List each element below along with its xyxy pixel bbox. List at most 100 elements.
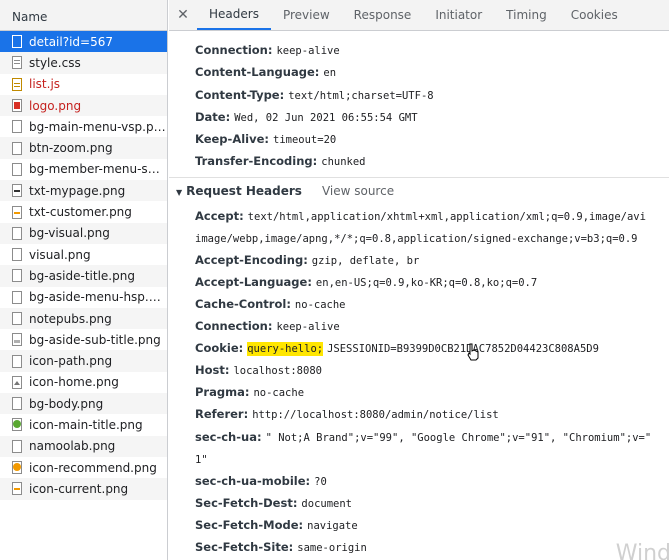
request-header-row: Sec-Fetch-Site: same-origin <box>195 540 367 554</box>
header-key: Accept-Encoding: <box>195 253 308 267</box>
request-row[interactable]: list.js <box>0 74 167 95</box>
cookie-highlighted-value: query-hello; <box>247 342 324 356</box>
request-header-row: Accept-Language: en,en-US;q=0.9,ko-KR;q=0… <box>195 275 537 289</box>
response-header-row: Connection: keep-alive <box>195 43 340 57</box>
request-header-row: sec-ch-ua-mobile: ?0 <box>195 474 327 488</box>
header-value: timeout=20 <box>273 134 337 146</box>
request-name: visual.png <box>29 247 91 262</box>
close-icon[interactable]: ✕ <box>169 0 197 30</box>
js-file-icon <box>12 77 22 91</box>
header-value: keep-alive <box>276 45 340 57</box>
image-icon <box>12 290 22 304</box>
request-row[interactable]: icon-main-title.png <box>0 414 167 435</box>
header-value: ?0 <box>314 476 327 488</box>
header-value: no-cache <box>253 387 305 399</box>
request-header-row: Host: localhost:8080 <box>195 363 322 377</box>
css-file-icon <box>12 56 22 70</box>
header-value-continued: image/webp,image/apng,*/*;q=0.8,applicat… <box>195 233 638 245</box>
request-row[interactable]: notepubs.png <box>0 307 167 330</box>
request-row[interactable]: detail?id=567 <box>0 31 167 53</box>
tab-response[interactable]: Response <box>342 0 424 30</box>
request-row[interactable]: bg-aside-menu-hsp.png <box>0 287 167 308</box>
image-icon <box>12 461 22 475</box>
header-key: Accept: <box>195 209 244 223</box>
request-row[interactable]: bg-visual.png <box>0 222 167 244</box>
request-headers-section-toggle[interactable]: ▼ Request Headers View source <box>176 184 394 198</box>
image-icon <box>12 333 22 347</box>
request-row[interactable]: txt-customer.png <box>0 201 167 222</box>
response-header-row: Content-Type: text/html;charset=UTF-8 <box>195 88 434 102</box>
request-header-row-continued: image/webp,image/apng,*/*;q=0.8,applicat… <box>195 231 638 245</box>
request-name: bg-aside-menu-hsp.png <box>29 290 167 305</box>
request-row[interactable]: bg-aside-title.png <box>0 265 167 287</box>
request-header-row: Accept-Encoding: gzip, deflate, br <box>195 253 419 267</box>
triangle-down-icon: ▼ <box>176 188 183 197</box>
request-name: icon-recommend.png <box>29 460 157 475</box>
request-header-row-cookie: Cookie: query-hello; JSESSIONID=B9399D0CB2… <box>195 341 599 356</box>
header-value: text/html,application/xhtml+xml,applicat… <box>247 211 646 223</box>
tab-preview[interactable]: Preview <box>271 0 342 30</box>
request-row[interactable]: bg-main-menu-vsp.png <box>0 116 167 137</box>
image-icon <box>12 162 22 176</box>
header-value: gzip, deflate, br <box>311 255 420 267</box>
request-row[interactable]: txt-mypage.png <box>0 180 167 202</box>
image-icon <box>12 418 22 432</box>
request-name: bg-aside-sub-title.png <box>29 332 161 347</box>
response-header-row: Transfer-Encoding: chunked <box>195 154 366 168</box>
request-row[interactable]: icon-path.png <box>0 350 167 372</box>
header-value: same-origin <box>297 542 367 554</box>
header-value: no-cache <box>294 299 346 311</box>
view-source-link[interactable]: View source <box>322 184 394 198</box>
details-tab-bar: ✕ Headers Preview Response Initiator Tim… <box>169 0 669 31</box>
home-image-icon <box>12 375 22 389</box>
request-row[interactable]: style.css <box>0 52 167 74</box>
request-name: bg-member-menu-sp.... <box>29 162 167 177</box>
image-icon <box>12 248 22 262</box>
request-header-row: Accept: text/html,application/xhtml+xml,a… <box>195 209 646 223</box>
request-row[interactable]: bg-body.png <box>0 393 167 415</box>
request-name: style.css <box>29 55 81 70</box>
request-row[interactable]: icon-current.png <box>0 478 167 500</box>
request-name: btn-zoom.png <box>29 141 113 156</box>
request-header-row: Connection: keep-alive <box>195 319 340 333</box>
request-list: detail?id=567 style.css list.js logo.png… <box>0 31 167 500</box>
request-name: namoolab.png <box>29 439 116 454</box>
name-column-header[interactable]: Name <box>0 0 167 31</box>
header-value: document <box>301 498 352 510</box>
image-icon <box>12 99 22 113</box>
header-key: Sec-Fetch-Mode: <box>195 518 304 532</box>
image-icon <box>12 120 22 134</box>
request-row[interactable]: bg-member-menu-sp.... <box>0 159 167 180</box>
header-key: Sec-Fetch-Dest: <box>195 496 298 510</box>
header-value: en <box>323 67 337 79</box>
image-icon <box>12 312 22 325</box>
tab-headers[interactable]: Headers <box>197 0 271 30</box>
request-header-row: Cache-Control: no-cache <box>195 297 346 311</box>
request-row[interactable]: icon-home.png <box>0 372 167 393</box>
image-icon <box>12 141 22 155</box>
header-key: sec-ch-ua-mobile: <box>195 474 311 488</box>
section-title: Request Headers <box>186 184 302 198</box>
header-key: Cache-Control: <box>195 297 291 311</box>
tab-cookies[interactable]: Cookies <box>559 0 630 30</box>
request-row[interactable]: bg-aside-sub-title.png <box>0 329 167 350</box>
header-key: Sec-Fetch-Site: <box>195 540 294 554</box>
request-row[interactable]: namoolab.png <box>0 435 167 457</box>
request-name: icon-main-title.png <box>29 417 143 432</box>
request-row[interactable]: visual.png <box>0 244 167 265</box>
request-name: detail?id=567 <box>29 34 114 49</box>
document-icon <box>12 35 22 49</box>
header-value: navigate <box>307 520 358 532</box>
header-key: Pragma: <box>195 385 250 399</box>
request-row[interactable]: logo.png <box>0 94 167 117</box>
tab-initiator[interactable]: Initiator <box>423 0 494 30</box>
request-row[interactable]: btn-zoom.png <box>0 137 167 159</box>
hand-pointer-cursor-icon <box>467 343 479 361</box>
request-row[interactable]: icon-recommend.png <box>0 457 167 478</box>
image-icon <box>12 397 22 411</box>
section-divider <box>169 177 669 178</box>
header-value: " Not;A Brand";v="99", "Google Chrome";v… <box>265 432 652 444</box>
header-key: Connection: <box>195 319 273 333</box>
request-name: bg-aside-title.png <box>29 268 135 283</box>
tab-timing[interactable]: Timing <box>494 0 559 30</box>
